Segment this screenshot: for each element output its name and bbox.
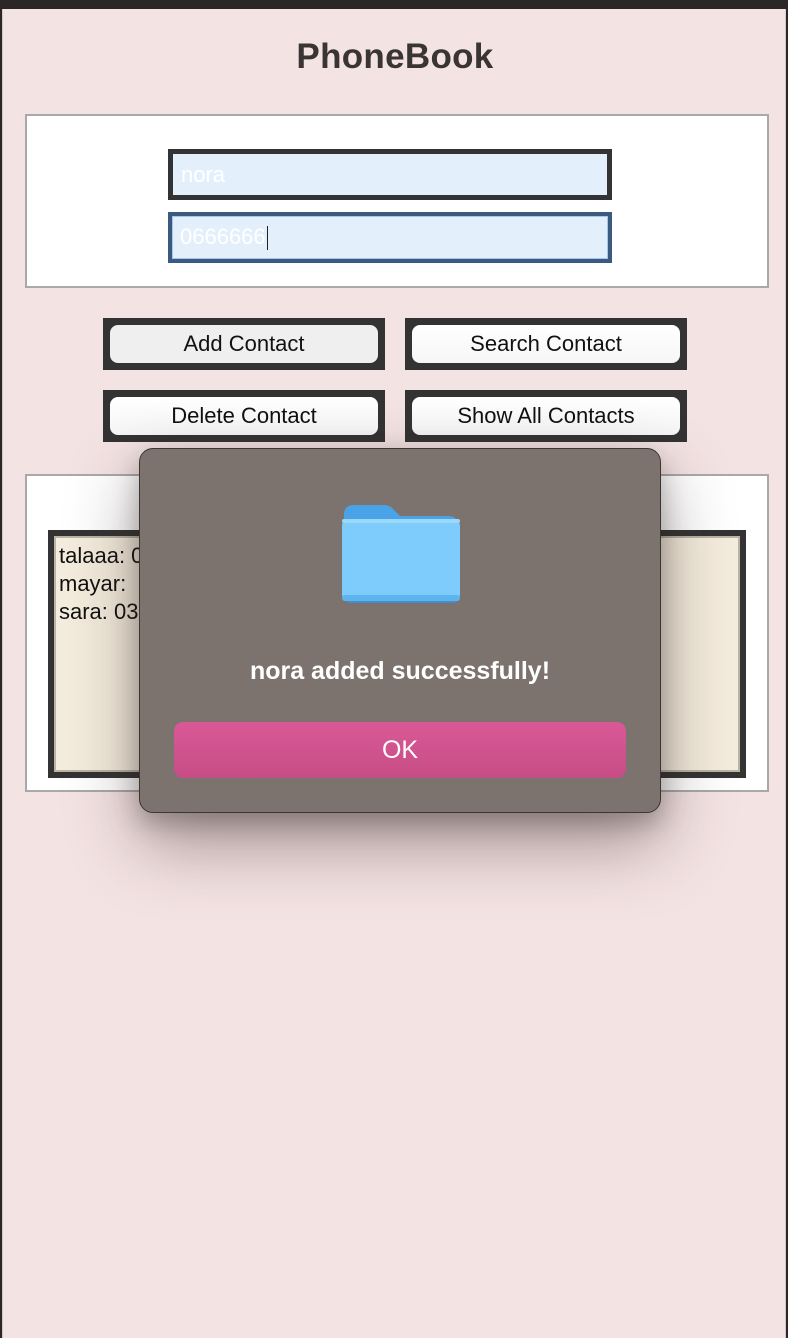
phone-input[interactable]: 0666666 bbox=[168, 212, 612, 263]
page-title: PhoneBook bbox=[296, 37, 494, 76]
phone-input-value: 0666666 bbox=[180, 224, 266, 249]
name-input[interactable]: nora bbox=[168, 149, 612, 200]
show-all-contacts-button[interactable]: Show All Contacts bbox=[412, 397, 680, 435]
show-all-contacts-button-frame: Show All Contacts bbox=[405, 390, 687, 442]
add-contact-button[interactable]: Add Contact bbox=[110, 325, 378, 363]
alert-dialog: nora added successfully! OK bbox=[139, 448, 661, 813]
folder-icon bbox=[342, 505, 460, 603]
add-contact-button-frame: Add Contact bbox=[103, 318, 385, 370]
search-contact-button[interactable]: Search Contact bbox=[412, 325, 680, 363]
delete-contact-button-frame: Delete Contact bbox=[103, 390, 385, 442]
input-panel: nora 0666666 bbox=[25, 114, 769, 288]
text-caret bbox=[266, 226, 268, 251]
ok-button[interactable]: OK bbox=[174, 722, 626, 778]
delete-contact-button[interactable]: Delete Contact bbox=[110, 397, 378, 435]
dialog-message: nora added successfully! bbox=[249, 657, 551, 685]
search-contact-button-frame: Search Contact bbox=[405, 318, 687, 370]
